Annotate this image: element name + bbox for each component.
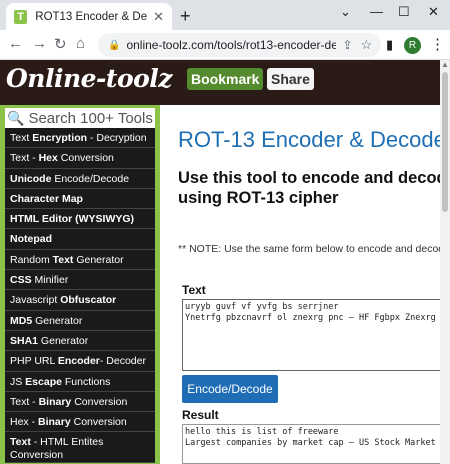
sidebar-tool-item[interactable]: MD5 Generator <box>5 310 155 331</box>
page-title: ROT-13 Encoder & Decoder <box>178 127 440 152</box>
share-button[interactable]: Share <box>267 68 314 90</box>
browser-tab[interactable]: T ROT13 Encoder & Decoder - Onli ✕ <box>6 3 172 30</box>
result-textarea[interactable]: hello this is list of freeware Largest c… <box>182 424 440 464</box>
tool-item-text: Text - <box>10 395 39 408</box>
sidebar-tool-item[interactable]: Notepad <box>5 229 155 250</box>
tool-item-keyword: Character Map <box>10 192 83 205</box>
sidebar-tool-item[interactable]: Unicode Encode/Decode <box>5 168 155 189</box>
home-icon[interactable]: ⌂ <box>76 35 85 52</box>
sidebar-tool-item[interactable]: JS Escape Functions <box>5 371 155 392</box>
tool-item-keyword: Text <box>10 436 31 449</box>
browser-menu-icon[interactable]: ⋮ <box>430 35 445 53</box>
maximize-icon[interactable]: ☐ <box>398 4 410 20</box>
tool-search[interactable]: 🔍 <box>5 108 155 128</box>
tool-item-keyword: Unicode <box>10 172 52 185</box>
tool-item-text: - Decoder <box>99 355 146 368</box>
tool-search-input[interactable] <box>28 109 154 127</box>
tool-item-text: Generator <box>38 334 89 347</box>
encode-decode-button[interactable]: Encode/Decode <box>182 375 278 403</box>
text-label: Text <box>182 283 206 297</box>
tab-search-chevron-icon[interactable]: ⌄ <box>340 4 351 20</box>
tool-item-keyword: Encryption <box>32 132 88 144</box>
tool-item-text: Encode/Decode <box>51 172 130 185</box>
main-content: ROT-13 Encoder & Decoder Use this tool t… <box>178 105 440 464</box>
site-header: Online-toolz Bookmark Share <box>0 60 440 105</box>
tool-item-text: Text - <box>10 152 39 165</box>
address-bar[interactable]: 🔒 online-toolz.com/tools/rot13-encoder-d… <box>98 33 381 57</box>
tool-item-text: Generator <box>32 314 83 327</box>
tool-item-keyword: Hex <box>38 152 58 165</box>
page-subtitle: Use this tool to encode and decode text … <box>178 169 440 207</box>
tool-item-text: Functions <box>61 375 111 388</box>
search-icon: 🔍 <box>7 109 25 126</box>
tool-item-keyword: Binary <box>38 395 72 408</box>
sidebar-tool-item[interactable]: Text Encryption - Decryption <box>5 128 155 149</box>
url-text[interactable]: online-toolz.com/tools/rot13-encoder-dec… <box>126 38 336 52</box>
site-favicon-icon: T <box>14 9 28 24</box>
tool-item-text: Minifier <box>31 274 69 287</box>
tool-item-text: - Decryption <box>87 132 147 144</box>
scrollbar-thumb[interactable] <box>442 72 448 212</box>
tool-item-keyword: Notepad <box>10 233 52 246</box>
tool-item-keyword: HTML Editor (WYSIWYG) <box>10 213 135 226</box>
page-scrollbar[interactable]: ▲ <box>440 60 450 464</box>
input-textarea[interactable]: uryyb guvf vf yvfg bs serrjner Ynetrfg p… <box>182 299 440 371</box>
tool-item-text: Hex - <box>10 416 39 429</box>
sidebar-tool-item[interactable]: SHA1 Generator <box>5 330 155 352</box>
bookmark-button[interactable]: Bookmark <box>187 68 264 90</box>
tools-sidebar: 🔍 Text Encryption - DecryptionText - Hex… <box>0 105 160 464</box>
tool-item-text: JS <box>10 375 26 388</box>
profile-avatar[interactable]: R <box>404 37 421 54</box>
lock-icon[interactable]: 🔒 <box>108 40 120 51</box>
tool-item-keyword: Binary <box>38 416 71 429</box>
sidebar-tool-item[interactable]: HTML Editor (WYSIWYG) <box>5 209 155 230</box>
sidebar-tool-item[interactable]: PHP URL Encoder- Decoder <box>5 351 155 372</box>
browser-toolbar: ← → ↻ ⌂ 🔒 online-toolz.com/tools/rot13-e… <box>0 30 450 60</box>
site-logo[interactable]: Online-toolz <box>6 64 173 93</box>
tool-item-text: Conversion <box>71 395 128 408</box>
tool-item-text: Conversion <box>70 416 127 429</box>
minimize-icon[interactable]: — <box>370 4 383 19</box>
side-panel-icon[interactable]: ▮ <box>386 37 393 53</box>
sidebar-tool-item[interactable]: Text - Hex Conversion <box>5 148 155 169</box>
tool-item-text: Javascript <box>10 294 61 307</box>
usage-note: ** NOTE: Use the same form below to enco… <box>178 243 440 255</box>
tool-item-text: Text <box>10 132 33 144</box>
sidebar-tool-item[interactable]: Javascript Obfuscator <box>5 290 155 311</box>
browser-tab-bar: T ROT13 Encoder & Decoder - Onli ✕ + ⌄ —… <box>0 0 450 30</box>
scroll-up-icon[interactable]: ▲ <box>441 60 449 69</box>
close-window-icon[interactable]: ✕ <box>428 4 439 20</box>
back-icon[interactable]: ← <box>8 35 23 52</box>
reload-icon[interactable]: ↻ <box>54 35 67 53</box>
tab-title: ROT13 Encoder & Decoder - Onli <box>35 10 148 23</box>
sidebar-tool-item[interactable]: Character Map <box>5 188 155 210</box>
tool-item-keyword: Encoder <box>57 355 100 368</box>
tool-item-keyword: Text <box>52 253 74 266</box>
tool-item-text: Conversion <box>57 152 114 165</box>
tool-item-keyword: Obfuscator <box>60 294 117 307</box>
bookmark-star-icon[interactable]: ☆ <box>361 37 373 53</box>
new-tab-icon[interactable]: + <box>180 6 191 27</box>
tool-item-keyword: CSS <box>10 274 32 287</box>
sidebar-tool-item[interactable]: Text - HTML Entites Conversion <box>5 432 155 464</box>
tool-item-keyword: Escape <box>25 375 62 388</box>
sidebar-tool-item[interactable]: Text - Binary Conversion <box>5 391 155 413</box>
tools-menu: Text Encryption - Decryption Text - Hex C… <box>5 128 155 464</box>
sidebar-tool-item[interactable]: CSS Minifier <box>5 270 155 291</box>
sidebar-tool-item[interactable]: Hex - Binary Conversion <box>5 412 155 433</box>
tool-item-text: PHP URL <box>10 355 58 368</box>
tool-item-keyword: MD5 <box>10 314 33 327</box>
tool-item-text: Generator <box>73 253 124 266</box>
tool-item-keyword: SHA1 <box>10 334 39 347</box>
forward-icon[interactable]: → <box>32 35 47 52</box>
tool-item-text: Random <box>10 253 53 266</box>
result-label: Result <box>182 408 219 422</box>
sidebar-tool-item[interactable]: Random Text Generator <box>5 249 155 271</box>
close-tab-icon[interactable]: ✕ <box>153 9 164 25</box>
share-page-icon[interactable]: ⇪ <box>342 38 352 52</box>
